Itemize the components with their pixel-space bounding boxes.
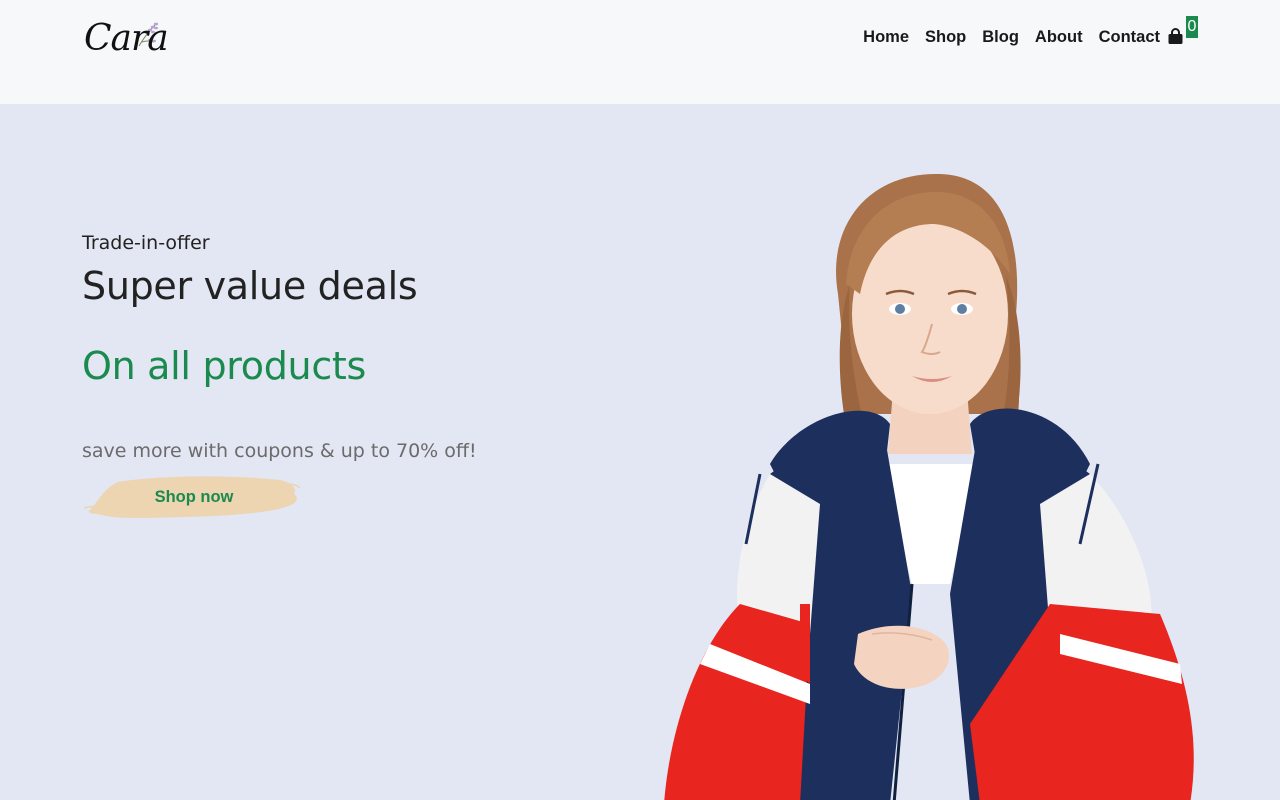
hero-tagline: Trade-in-offer — [82, 232, 210, 254]
hero-model-image — [664, 173, 1194, 800]
nav-about[interactable]: About — [1035, 27, 1083, 47]
hero-promo-text: save more with coupons & up to 70% off! — [82, 440, 477, 462]
main-nav: Home Shop Blog About Contact 0 — [863, 16, 1200, 49]
hero-banner: Trade-in-offer Super value deals On all … — [0, 104, 1280, 800]
nav-home[interactable]: Home — [863, 27, 909, 47]
nav-contact[interactable]: Contact — [1099, 27, 1160, 47]
hero-headline: Super value deals — [82, 264, 418, 308]
hero-subheadline: On all products — [82, 344, 367, 388]
nav-blog[interactable]: Blog — [982, 27, 1019, 47]
cart-count-badge: 0 — [1186, 16, 1198, 38]
cart-button[interactable]: 0 — [1168, 16, 1200, 49]
logo-text: Cara — [84, 18, 169, 59]
site-header: Cara Home Shop Blog About Contact 0 — [0, 0, 1280, 104]
nav-shop[interactable]: Shop — [925, 27, 966, 47]
shop-now-button[interactable]: Shop now — [84, 472, 302, 522]
shop-now-label: Shop now — [154, 488, 234, 506]
shopping-bag-icon — [1168, 28, 1183, 44]
brand-logo[interactable]: Cara — [84, 16, 169, 64]
